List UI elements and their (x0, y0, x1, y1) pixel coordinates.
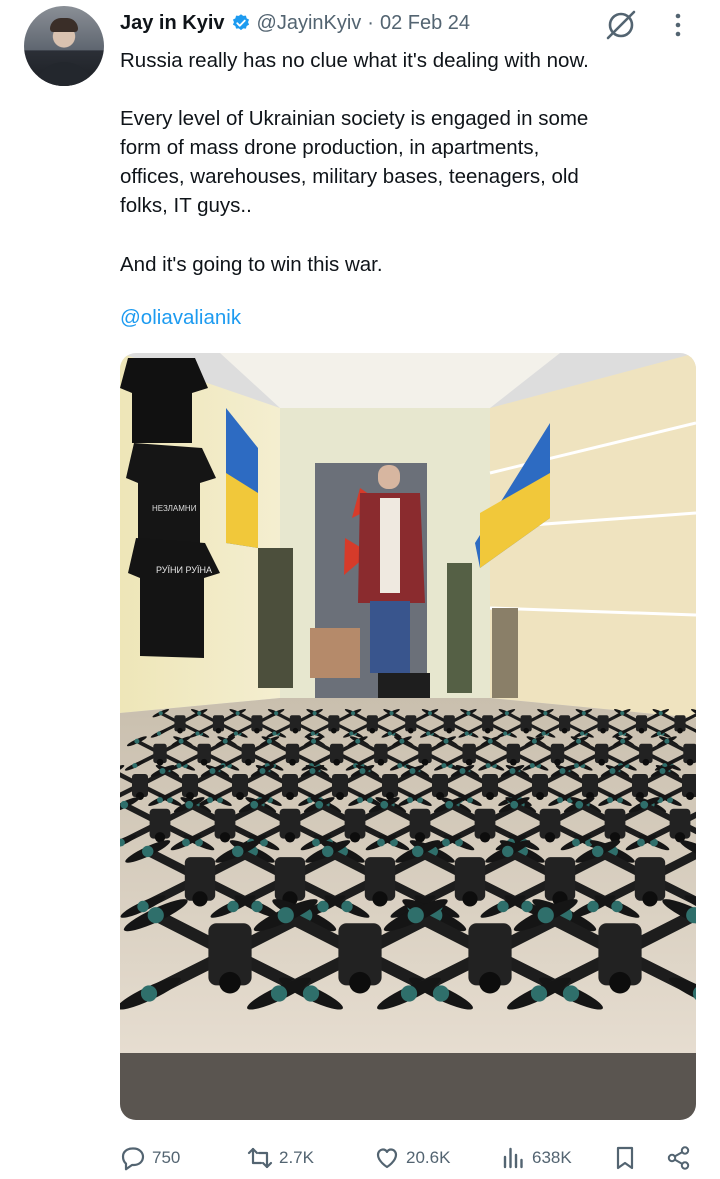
reply-button[interactable]: 750 (120, 1138, 180, 1178)
like-button[interactable]: 20.6K (374, 1138, 450, 1178)
author-handle[interactable]: @JayinKyiv (257, 12, 362, 35)
grok-icon[interactable] (604, 8, 638, 42)
views-count: 638K (532, 1148, 572, 1167)
avatar-hair (50, 18, 78, 32)
views-button[interactable]: 638K (500, 1138, 572, 1178)
bookmark-icon (616, 1146, 634, 1170)
separator-dot: · (367, 11, 374, 34)
views-icon (503, 1147, 523, 1169)
mention-link[interactable]: @oliavalianik (120, 306, 241, 330)
bookmark-button[interactable] (612, 1138, 638, 1178)
heart-icon (376, 1148, 398, 1169)
shirt-text-1: НЕЗЛАМНИ (152, 504, 197, 513)
avatar[interactable] (24, 6, 104, 86)
repost-button[interactable]: 2.7K (247, 1138, 314, 1178)
shirt-text-2: РУЇНИ РУЇНА (156, 565, 212, 575)
tweet-text-paragraph2: Every level of Ukrainian society is enga… (120, 107, 589, 217)
share-button[interactable] (666, 1138, 692, 1178)
reply-icon (121, 1147, 145, 1171)
repost-icon (247, 1147, 273, 1169)
repost-count: 2.7K (279, 1148, 314, 1167)
verified-badge-icon (231, 13, 251, 33)
avatar-shoulders (34, 62, 94, 86)
like-count: 20.6K (406, 1148, 451, 1167)
tweet-date[interactable]: 02 Feb 24 (380, 12, 470, 35)
photo-scene: НЕЗЛАМНИ РУЇНИ РУЇНА (120, 353, 696, 1120)
tweet-text-paragraph3: And it's going to win this war. (120, 253, 383, 276)
reply-count: 750 (152, 1148, 181, 1167)
more-vertical-icon[interactable] (668, 12, 688, 38)
tweet-header: Jay in Kyiv @JayinKyiv · 02 Feb 24 (120, 8, 470, 38)
author-name[interactable]: Jay in Kyiv (120, 12, 225, 35)
tweet-text-line1: Russia really has no clue what it's deal… (120, 49, 589, 72)
action-bar: 750 2.7K 20.6K 638K (0, 1138, 720, 1178)
tweet-photo[interactable]: НЕЗЛАМНИ РУЇНИ РУЇНА (120, 353, 696, 1120)
share-icon (667, 1146, 690, 1170)
